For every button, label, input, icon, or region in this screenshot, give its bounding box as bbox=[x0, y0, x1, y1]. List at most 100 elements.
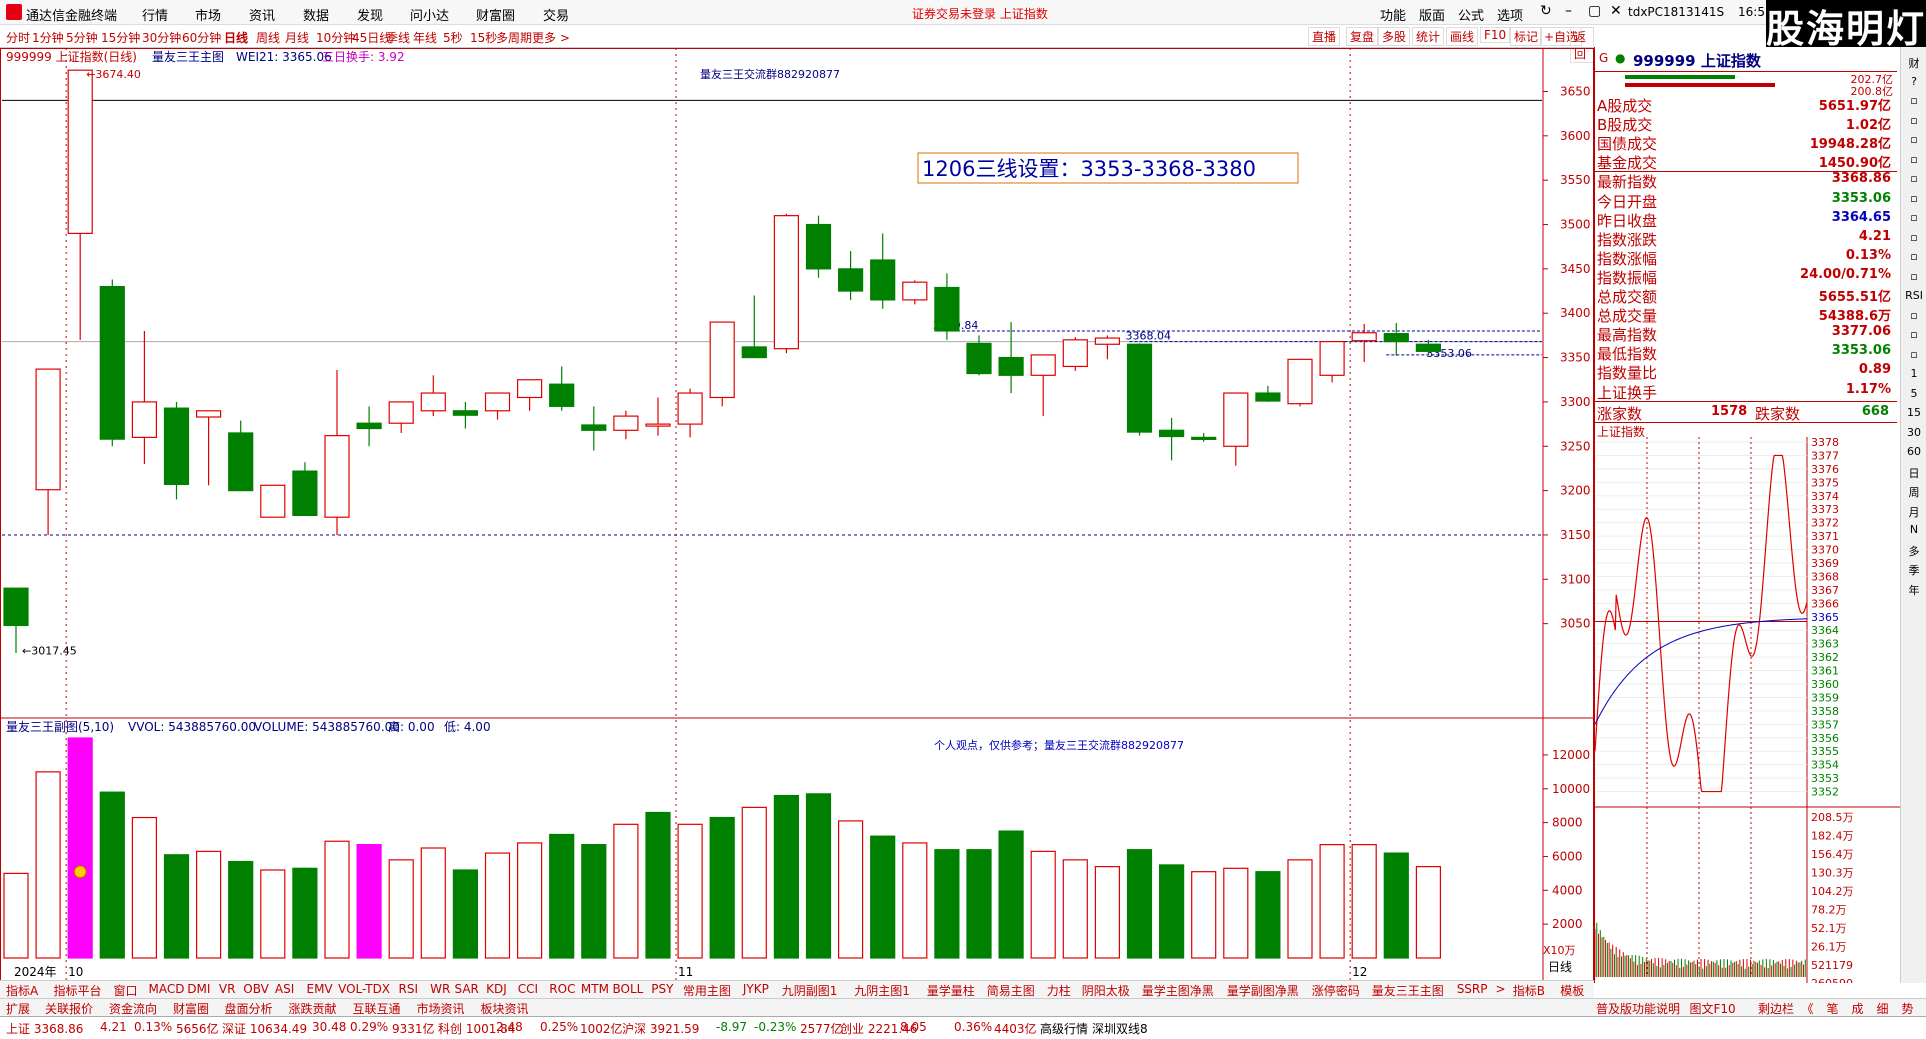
indicator-tab-15[interactable]: ROC bbox=[549, 982, 575, 996]
ticker-item-17[interactable]: 8.05 bbox=[900, 1020, 927, 1034]
ticker-item-1[interactable]: 4.21 bbox=[100, 1020, 127, 1034]
ticker-item-4[interactable]: 深证 10634.49 bbox=[222, 1020, 307, 1037]
intraday-chart[interactable]: 3352335333543355335633573358335933603361… bbox=[1595, 437, 1901, 983]
menu-news[interactable]: 资讯 bbox=[249, 5, 275, 24]
rtool-22[interactable]: 周 bbox=[1901, 484, 1926, 500]
indicator-tab-29[interactable]: 涨停密码 bbox=[1312, 982, 1360, 999]
rtool-21[interactable]: 日 bbox=[1901, 465, 1926, 481]
indicator-tab-12[interactable]: SAR bbox=[455, 982, 479, 996]
extension-tab-4[interactable]: 盘面分析 bbox=[225, 1000, 273, 1017]
period-tab-1[interactable]: 1分钟 bbox=[32, 29, 64, 46]
ticker-item-2[interactable]: 0.13% bbox=[134, 1020, 172, 1034]
period-tab-15[interactable]: 多周期 bbox=[496, 29, 532, 46]
extension-tab-1[interactable]: 关联报价 bbox=[45, 1000, 93, 1017]
menu-ask[interactable]: 问小达 bbox=[410, 5, 449, 24]
rtool-7[interactable]: ▫ bbox=[1901, 192, 1926, 205]
rtool-2[interactable]: ▫ bbox=[1901, 94, 1926, 107]
ticker-item-18[interactable]: 0.36% bbox=[954, 1020, 992, 1034]
menu-layout[interactable]: 版面 bbox=[1419, 5, 1445, 24]
indicator-tab-2[interactable]: 窗口 bbox=[114, 982, 138, 999]
indicator-tab-27[interactable]: 量学主图净黑 bbox=[1142, 982, 1214, 999]
right-tab-0[interactable]: 普及版功能说明 bbox=[1596, 1000, 1680, 1017]
period-tab-16[interactable]: 更多 > bbox=[532, 29, 570, 46]
rtool-18[interactable]: 15 bbox=[1901, 406, 1926, 419]
rtool-15[interactable]: ▫ bbox=[1901, 348, 1926, 361]
indicator-tab-3[interactable]: MACD bbox=[149, 982, 185, 996]
rtool-13[interactable]: ▫ bbox=[1901, 309, 1926, 322]
indicator-tab-32[interactable]: > bbox=[1496, 982, 1506, 996]
period-tab-11[interactable]: 季线 bbox=[386, 29, 410, 46]
ticker-item-13[interactable]: -8.97 bbox=[716, 1020, 747, 1034]
ticker-item-7[interactable]: 9331亿 bbox=[392, 1020, 435, 1037]
ticker-item-0[interactable]: 上证 3368.86 bbox=[6, 1020, 83, 1037]
menu-trade[interactable]: 交易 bbox=[543, 5, 569, 24]
rtool-19[interactable]: 30 bbox=[1901, 426, 1926, 439]
minimize-icon[interactable]: – bbox=[1565, 3, 1572, 19]
ticker-item-20[interactable]: 高级行情 bbox=[1040, 1020, 1088, 1037]
ticker-item-10[interactable]: 0.25% bbox=[540, 1020, 578, 1034]
indicator-tab-9[interactable]: VOL-TDX bbox=[338, 982, 390, 996]
extension-tab-3[interactable]: 财富圈 bbox=[173, 1000, 209, 1017]
tool-button-4[interactable]: 画线 bbox=[1446, 27, 1479, 46]
menu-data[interactable]: 数据 bbox=[303, 5, 329, 24]
period-tab-14[interactable]: 15秒 bbox=[470, 29, 497, 46]
period-tab-9[interactable]: 10分钟 bbox=[316, 29, 355, 46]
ticker-item-12[interactable]: 沪深 3921.59 bbox=[622, 1020, 699, 1037]
indicator-tab-19[interactable]: 常用主图 bbox=[683, 982, 731, 999]
ticker-item-19[interactable]: 4403亿 bbox=[994, 1020, 1037, 1037]
indicator-tab-21[interactable]: 九阴副图1 bbox=[782, 982, 838, 999]
indicator-tab-25[interactable]: 力柱 bbox=[1047, 982, 1071, 999]
indicator-tab-31[interactable]: SSRP bbox=[1457, 982, 1488, 996]
trade-notice[interactable]: 证券交易未登录 上证指数 bbox=[912, 5, 1048, 22]
rtool-3[interactable]: ▫ bbox=[1901, 114, 1926, 127]
right-tab-2[interactable]: 剩边栏 bbox=[1758, 1000, 1794, 1017]
rtool-16[interactable]: 1 bbox=[1901, 367, 1926, 380]
indicator-tab-1[interactable]: 指标平台 bbox=[54, 982, 102, 999]
ticker-item-11[interactable]: 1002亿 bbox=[580, 1020, 623, 1037]
indicator-tab-10[interactable]: RSI bbox=[399, 982, 419, 996]
ticker-item-21[interactable]: 深圳双线8 bbox=[1092, 1020, 1148, 1037]
menu-market[interactable]: 市场 bbox=[195, 5, 221, 24]
ticker-item-6[interactable]: 0.29% bbox=[350, 1020, 388, 1034]
extension-tab-2[interactable]: 资金流向 bbox=[109, 1000, 157, 1017]
indicator-tab-23[interactable]: 量学量柱 bbox=[927, 982, 975, 999]
rtool-4[interactable]: ▫ bbox=[1901, 133, 1926, 146]
restore-icon[interactable]: ▢ bbox=[1588, 3, 1601, 19]
close-icon[interactable]: ✕ bbox=[1610, 3, 1622, 19]
tool-button-3[interactable]: 统计 bbox=[1412, 27, 1445, 46]
tool-button-6[interactable]: 标记 bbox=[1510, 27, 1543, 46]
extension-tab-0[interactable]: 扩展 bbox=[6, 1000, 30, 1017]
indicator-tab-6[interactable]: OBV bbox=[243, 982, 269, 996]
rtool-10[interactable]: ▫ bbox=[1901, 250, 1926, 263]
indicator-tab-11[interactable]: WR bbox=[430, 982, 450, 996]
rtool-12[interactable]: RSI bbox=[1901, 289, 1926, 302]
indicator-tab-17[interactable]: BOLL bbox=[613, 982, 644, 996]
right-tab-7[interactable]: 势 bbox=[1902, 1000, 1914, 1017]
extension-tab-5[interactable]: 涨跌贡献 bbox=[289, 1000, 337, 1017]
extension-tab-8[interactable]: 板块资讯 bbox=[481, 1000, 529, 1017]
rtool-17[interactable]: 5 bbox=[1901, 387, 1926, 400]
rtool-6[interactable]: ▫ bbox=[1901, 172, 1926, 185]
tool-button-2[interactable]: 多股 bbox=[1378, 27, 1411, 46]
indicator-tab-0[interactable]: 指标A bbox=[6, 982, 38, 999]
ticker-item-5[interactable]: 30.48 bbox=[312, 1020, 346, 1034]
indicator-tab-5[interactable]: VR bbox=[219, 982, 236, 996]
menu-quotes[interactable]: 行情 bbox=[142, 5, 168, 24]
indicator-tab-30[interactable]: 量友三王主图 bbox=[1372, 982, 1444, 999]
rtool-5[interactable]: ▫ bbox=[1901, 153, 1926, 166]
indicator-tab-18[interactable]: PSY bbox=[651, 982, 673, 996]
indicator-tab-13[interactable]: KDJ bbox=[486, 982, 507, 996]
indicator-tab-28[interactable]: 量学副图净黑 bbox=[1227, 982, 1299, 999]
indicator-tab-20[interactable]: JYKP bbox=[743, 982, 769, 996]
rtool-26[interactable]: 季 bbox=[1901, 562, 1926, 578]
period-tab-6[interactable]: 日线 bbox=[224, 29, 248, 46]
indicator-tab-8[interactable]: EMV bbox=[307, 982, 333, 996]
right-tab-3[interactable]: 《 bbox=[1802, 1000, 1814, 1017]
rtool-27[interactable]: 年 bbox=[1901, 582, 1926, 598]
rtool-20[interactable]: 60 bbox=[1901, 445, 1926, 458]
right-tab-6[interactable]: 细 bbox=[1877, 1000, 1889, 1017]
rtool-8[interactable]: ▫ bbox=[1901, 211, 1926, 224]
period-tab-12[interactable]: 年线 bbox=[413, 29, 437, 46]
period-tab-7[interactable]: 周线 bbox=[256, 29, 280, 46]
rtool-11[interactable]: ▫ bbox=[1901, 270, 1926, 283]
